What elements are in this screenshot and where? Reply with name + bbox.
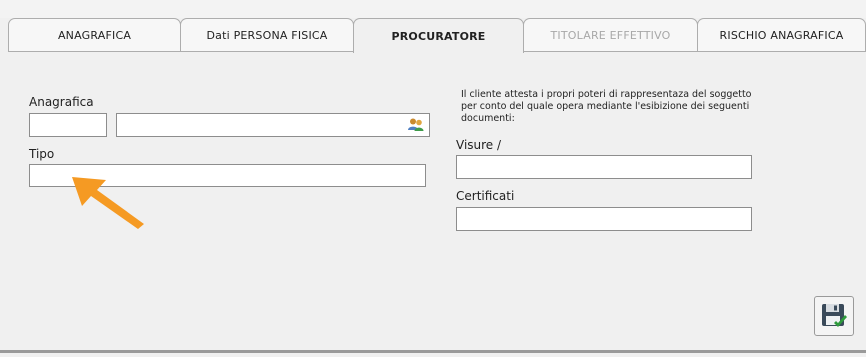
tab-dati-persona-fisica[interactable]: Dati PERSONA FISICA	[180, 18, 354, 51]
visure-input[interactable]	[456, 155, 752, 179]
save-button[interactable]	[814, 296, 854, 336]
tipo-label: Tipo	[29, 147, 55, 161]
representation-note-line2: per conto del quale opera mediante l'esi…	[461, 101, 750, 112]
tab-bar: ANAGRAFICA Dati PERSONA FISICA PROCURATO…	[8, 18, 866, 53]
representation-note-line1: Il cliente attesta i propri poteri di ra…	[461, 89, 752, 100]
window-top-strip	[0, 0, 866, 18]
tab-titolare-effettivo: TITOLARE EFFETTIVO	[523, 18, 698, 51]
visure-label: Visure /	[456, 138, 502, 152]
tab-procuratore[interactable]: PROCURATORE	[353, 18, 524, 53]
representation-note-line3: documenti:	[461, 113, 515, 124]
anagrafica-label: Anagrafica	[29, 95, 94, 109]
orange-arrow-icon	[70, 175, 146, 233]
certificati-label: Certificati	[456, 189, 515, 203]
save-floppy-check-icon	[822, 304, 847, 327]
tab-rischio-anagrafica[interactable]: RISCHIO ANAGRAFICA	[697, 18, 866, 51]
people-lookup-icon[interactable]	[406, 116, 426, 134]
certificati-input[interactable]	[456, 207, 752, 231]
anagrafica-name-input[interactable]	[116, 113, 430, 137]
bottom-border	[0, 350, 866, 353]
tab-anagrafica[interactable]: ANAGRAFICA	[8, 18, 181, 51]
anagrafica-code-input[interactable]	[29, 113, 107, 137]
